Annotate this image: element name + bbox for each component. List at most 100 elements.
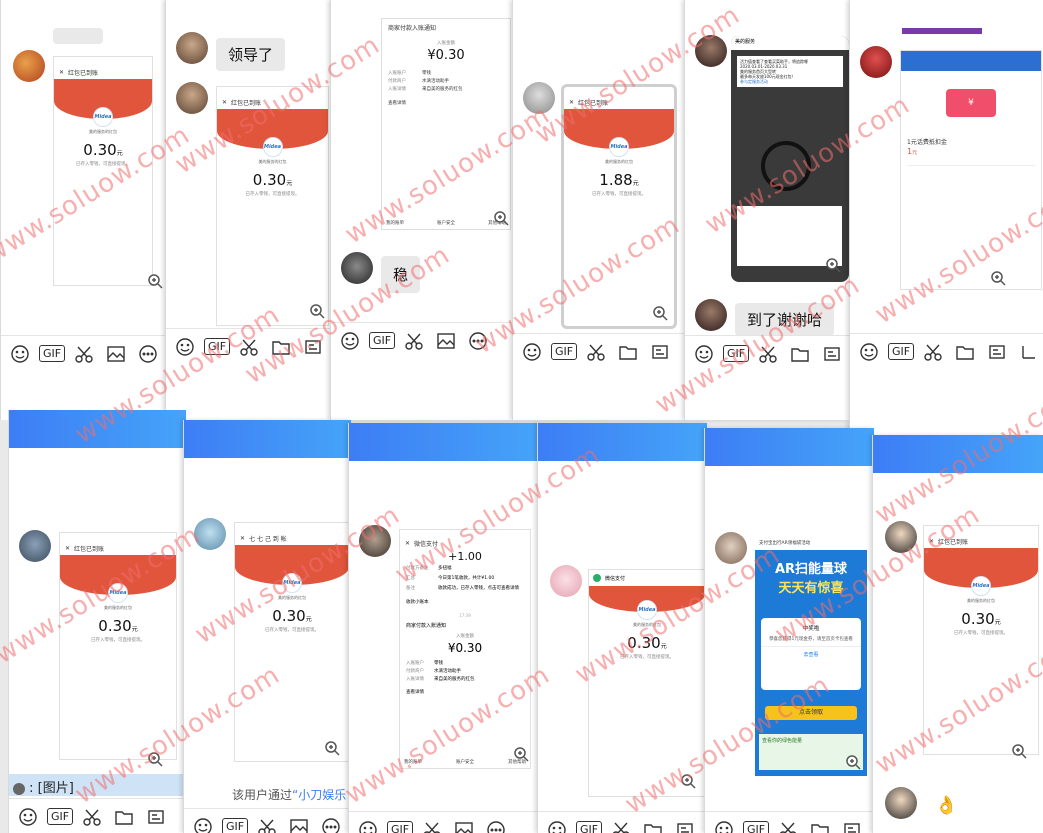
gif-icon[interactable]: GIF — [550, 341, 578, 363]
gif-icon[interactable]: GIF — [722, 343, 750, 365]
zoom-in-icon[interactable] — [845, 754, 861, 770]
folder-icon[interactable] — [270, 336, 292, 358]
emoji-icon[interactable] — [858, 341, 880, 363]
red-packet-screenshot[interactable]: ✕ 红包已到账 Midea 美的服务的红包 1.88元 已存入零钱，可直接提现。 — [561, 84, 677, 329]
emoji-icon[interactable] — [339, 330, 361, 352]
view-prize-link[interactable]: 去查看 — [761, 646, 861, 658]
red-packet-screenshot[interactable]: ✕ 红包已到账 Midea 美的服务的红包 0.30元 已存入零钱，可直接提现。 — [59, 532, 177, 760]
system-notice-link[interactable]: “小刀娱乐 — [292, 788, 346, 802]
merchant-chat-screenshot[interactable]: 美的服务 活力值查看了查看买菜助手，将追踪哪 2020.03.01-2020.0… — [731, 36, 849, 282]
scissors-icon[interactable] — [238, 336, 260, 358]
emoji-icon[interactable] — [521, 341, 543, 363]
zoom-in-icon[interactable] — [513, 746, 529, 762]
coupon-screenshot[interactable]: ¥ 1元话费抵扣金 1元 — [900, 50, 1042, 290]
gif-icon[interactable]: GIF — [221, 816, 249, 833]
image-icon[interactable] — [453, 819, 475, 833]
more-icon[interactable] — [137, 343, 159, 365]
zoom-in-icon[interactable] — [309, 303, 325, 319]
avatar[interactable] — [885, 521, 917, 553]
emoji-icon[interactable] — [17, 806, 39, 828]
folder-icon[interactable] — [789, 343, 811, 365]
more-icon[interactable] — [485, 819, 507, 833]
gif-icon[interactable]: GIF — [742, 819, 770, 833]
red-packet-screenshot[interactable]: ✕ 红包已到账 Midea 美的服务的红包 0.30元 已存入零钱，可直接提现。 — [216, 86, 329, 326]
zoom-in-icon[interactable] — [1011, 743, 1027, 759]
zoom-in-icon[interactable] — [493, 210, 509, 226]
gif-icon[interactable]: GIF — [386, 819, 414, 833]
avatar[interactable] — [695, 35, 727, 67]
scissors-icon[interactable] — [585, 341, 607, 363]
chat-preview-bar[interactable]: : [图片] — [9, 774, 186, 796]
more-icon[interactable] — [1018, 341, 1040, 363]
avatar[interactable] — [550, 565, 582, 597]
red-packet-screenshot[interactable]: 微信支付 Midea 美的服务的红包 0.30元 已存入零钱，可直接提现。 — [588, 569, 706, 797]
avatar[interactable] — [194, 518, 226, 550]
scissors-icon[interactable] — [421, 819, 443, 833]
zoom-in-icon[interactable] — [680, 773, 696, 789]
folder-icon[interactable] — [113, 806, 135, 828]
red-packet-screenshot[interactable]: ✕ 红包已到账 Midea 美的服务的红包 0.30元 已存入零钱，可直接提现。 — [53, 56, 153, 286]
avatar[interactable] — [359, 525, 391, 557]
zoom-in-icon[interactable] — [331, 303, 332, 319]
zoom-in-icon[interactable] — [825, 257, 841, 273]
avatar[interactable] — [341, 252, 373, 284]
image-icon[interactable] — [105, 343, 127, 365]
scissors-icon[interactable] — [757, 343, 779, 365]
image-icon[interactable] — [435, 330, 457, 352]
screenshot-icon[interactable] — [649, 341, 671, 363]
scissors-icon[interactable] — [256, 816, 278, 833]
zoom-in-icon[interactable] — [147, 751, 163, 767]
emoji-icon[interactable] — [9, 343, 31, 365]
claim-button[interactable]: 点击领取 — [765, 706, 857, 720]
gif-icon[interactable]: GIF — [575, 819, 603, 833]
avatar[interactable] — [860, 46, 892, 78]
zoom-in-icon[interactable] — [652, 305, 668, 321]
screenshot-icon[interactable] — [986, 341, 1008, 363]
emoji-icon[interactable] — [357, 819, 379, 833]
scissors-icon[interactable] — [610, 819, 632, 833]
screenshot-icon[interactable] — [674, 819, 696, 833]
folder-icon[interactable] — [642, 819, 664, 833]
avatar[interactable] — [176, 32, 208, 64]
gif-icon[interactable]: GIF — [887, 341, 915, 363]
gif-icon[interactable]: GIF — [46, 806, 74, 828]
folder-icon[interactable] — [809, 819, 831, 833]
scissors-icon[interactable] — [73, 343, 95, 365]
avatar[interactable] — [523, 82, 555, 114]
alipay-activity-screenshot[interactable]: 支付宝出行AR领福袋活动 AR扫能量球 天天有惊喜 中奖啦 恭喜您获得1元现金券… — [755, 536, 867, 776]
emoji-icon[interactable] — [693, 343, 715, 365]
payment-notice-screenshot[interactable]: 商家付款入账通知 入账金额 ¥0.30 入账账户 零钱 付款商户 水滴活动助手 入账… — [381, 18, 511, 230]
avatar[interactable] — [176, 82, 208, 114]
avatar[interactable] — [695, 299, 727, 331]
folder-icon[interactable] — [617, 341, 639, 363]
screenshot-icon[interactable] — [302, 336, 324, 358]
scissors-icon[interactable] — [777, 819, 799, 833]
gif-icon[interactable]: GIF — [368, 330, 396, 352]
screenshot-icon[interactable] — [841, 819, 863, 833]
avatar[interactable] — [19, 530, 51, 562]
wechat-pay-screenshot[interactable]: ✕ 微信支付 +1.00 付款方备注 多扭福 汇总 今日第1笔收款，共计¥1.00 备… — [399, 529, 531, 769]
image-icon[interactable] — [288, 816, 310, 833]
avatar[interactable] — [885, 787, 917, 819]
red-packet-screenshot[interactable]: ✕ 红包已到账 Midea 美的服务的红包 0.30元 已存入零钱，可直接提现。 — [923, 525, 1039, 755]
more-icon[interactable] — [467, 330, 489, 352]
avatar[interactable] — [13, 50, 45, 82]
emoji-icon[interactable] — [546, 819, 568, 833]
gif-icon[interactable]: GIF — [203, 336, 231, 358]
folder-icon[interactable] — [954, 341, 976, 363]
more-icon[interactable] — [320, 816, 342, 833]
zoom-in-icon[interactable] — [147, 273, 163, 289]
zoom-in-icon[interactable] — [990, 270, 1006, 286]
gif-icon[interactable]: GIF — [38, 343, 66, 365]
emoji-icon[interactable] — [192, 816, 214, 833]
zoom-in-icon[interactable] — [324, 740, 340, 756]
screenshot-icon[interactable] — [821, 343, 843, 365]
screenshot-icon[interactable] — [145, 806, 167, 828]
avatar[interactable] — [715, 532, 747, 564]
red-packet-screenshot[interactable]: ✕ 七 七 己 到 帐 Midea 美的服务的红包 0.30元 已存入零钱，可直接… — [234, 522, 350, 762]
scissors-icon[interactable] — [403, 330, 425, 352]
scissors-icon[interactable] — [81, 806, 103, 828]
emoji-icon[interactable] — [713, 819, 735, 833]
scissors-icon[interactable] — [922, 341, 944, 363]
emoji-icon[interactable] — [174, 336, 196, 358]
